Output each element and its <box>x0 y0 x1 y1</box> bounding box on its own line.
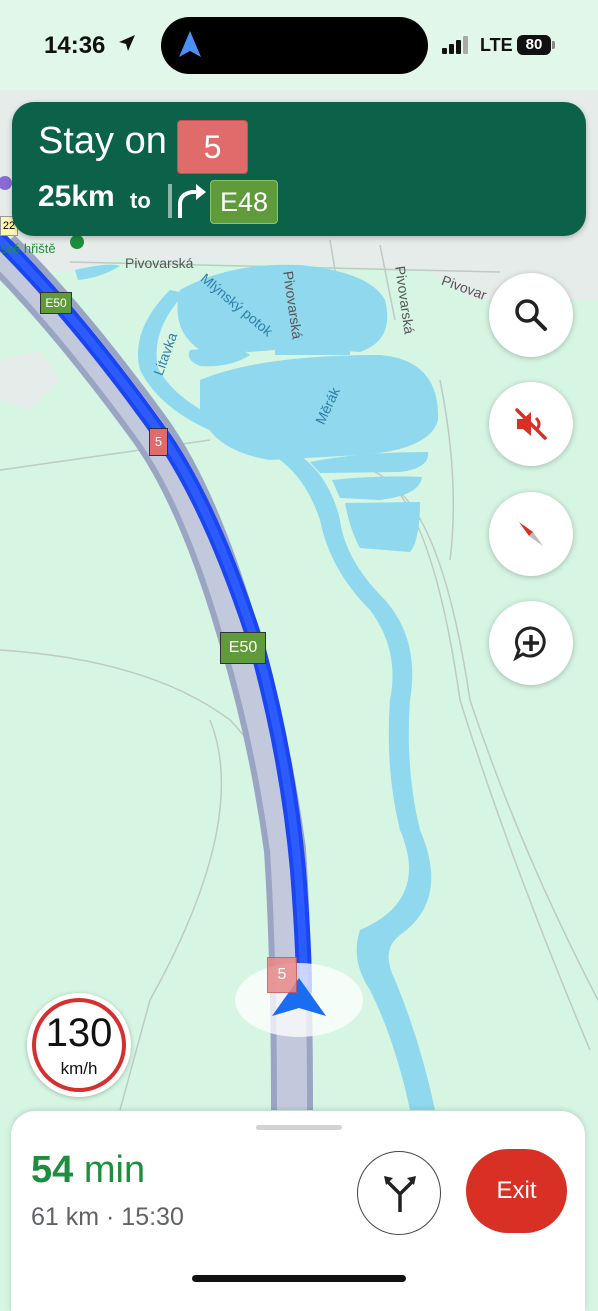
location-arrow-icon <box>119 35 135 51</box>
eta-minutes: 54 <box>31 1149 74 1191</box>
speed-limit-unit: km/h <box>60 1059 98 1078</box>
road-shield: 5 <box>177 120 248 174</box>
map-shield-e50: E50 <box>220 632 266 664</box>
keep-right-icon <box>168 184 206 218</box>
speed-limit-value: 130 <box>45 1011 113 1055</box>
navigation-banner[interactable]: Stay on 5 25km to E48 <box>12 102 586 236</box>
map-label-playground: ské hřiště <box>0 241 56 256</box>
compass-icon <box>519 522 543 546</box>
report-button[interactable] <box>489 601 573 685</box>
home-indicator[interactable] <box>192 1275 406 1282</box>
compass-button[interactable] <box>489 492 573 576</box>
map-shield-5: 5 <box>267 957 297 993</box>
eta-min-label: min <box>83 1149 146 1191</box>
map-shield-5: 5 <box>149 428 168 456</box>
trip-details: 61 km · 15:30 <box>31 1203 184 1231</box>
battery-icon: 80 <box>517 35 551 55</box>
speed-limit-sign: 130 km/h <box>27 993 131 1097</box>
distance-to-text: to <box>130 188 151 213</box>
next-road-shield: E48 <box>210 180 278 224</box>
instruction-text: Stay on <box>38 120 167 162</box>
cellular-signal-icon <box>442 36 472 54</box>
eta-duration: 54 min <box>31 1149 145 1192</box>
volume-off-icon <box>515 408 547 440</box>
network-type: LTE <box>480 35 513 55</box>
sheet-drag-handle[interactable] <box>256 1125 342 1130</box>
navigation-arrow-icon <box>179 31 201 57</box>
status-bar: 14:36 LTE 80 <box>0 0 598 90</box>
search-button[interactable] <box>489 273 573 357</box>
search-icon <box>515 299 547 331</box>
add-comment-icon <box>513 626 546 662</box>
alternate-routes-button[interactable] <box>357 1151 441 1235</box>
exit-button[interactable]: Exit <box>466 1149 567 1233</box>
battery-tip <box>552 41 555 49</box>
distance-text: 25km <box>38 180 115 213</box>
map-shield-e50: E50 <box>40 292 72 314</box>
alternate-routes-icon <box>384 1176 416 1212</box>
status-time: 14:36 <box>44 32 106 59</box>
map-label-pivovarska: Pivovarská <box>125 255 194 271</box>
mute-button[interactable] <box>489 382 573 466</box>
